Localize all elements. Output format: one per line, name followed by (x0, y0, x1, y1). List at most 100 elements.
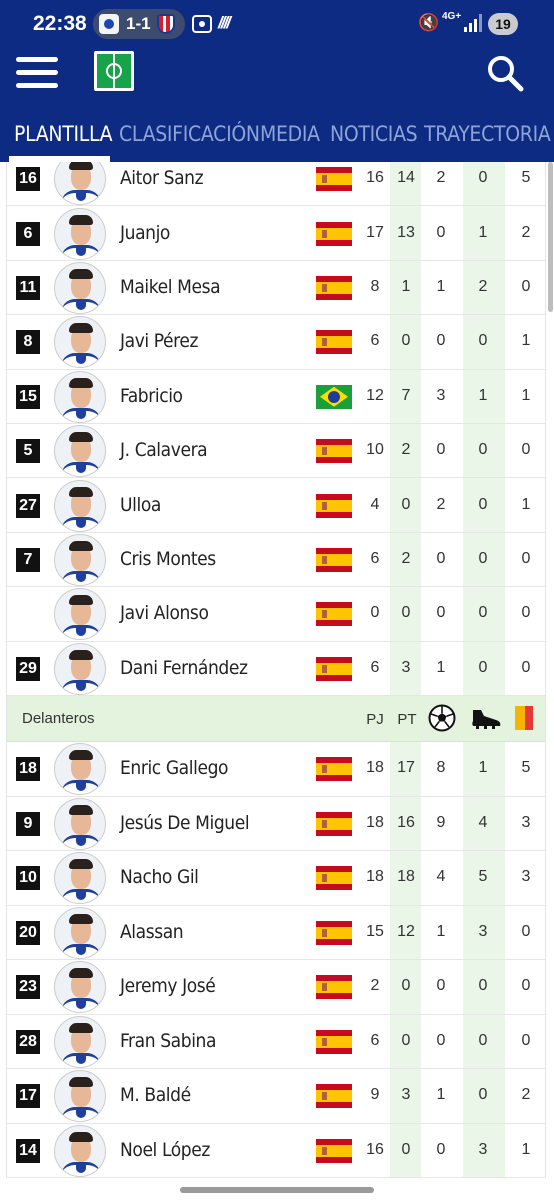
player-name[interactable]: Jesús De Miguel (120, 812, 250, 834)
stat-cards: 0 (521, 1031, 531, 1049)
player-name[interactable]: Aitor Sanz (120, 167, 204, 189)
spain-flag-icon (316, 656, 352, 681)
spain-flag-icon (316, 493, 352, 518)
stat-goals: 1 (436, 922, 446, 940)
stat-pt: 7 (401, 386, 411, 404)
stat-assists: 0 (478, 604, 488, 622)
player-row[interactable]: 6 Juanjo 17 13 0 1 2 (7, 206, 545, 261)
player-avatar (54, 797, 106, 850)
stat-cards: 2 (521, 1086, 531, 1104)
player-avatar (54, 743, 106, 796)
spain-flag-icon (316, 1029, 352, 1054)
stat-goals: 0 (436, 604, 446, 622)
player-avatar (54, 1124, 106, 1177)
signal-icon (464, 14, 482, 32)
spain-flag-icon (316, 920, 352, 945)
stat-goals: 0 (436, 977, 446, 995)
search-icon[interactable] (486, 54, 524, 92)
player-name[interactable]: J. Calavera (120, 439, 208, 461)
player-avatar (54, 642, 106, 695)
player-row[interactable]: 28 Fran Sabina 6 0 0 0 0 (7, 1015, 545, 1069)
player-name[interactable]: Enric Gallego (120, 757, 228, 779)
player-name[interactable]: Jeremy José (120, 975, 216, 997)
football-icon (428, 704, 456, 732)
player-row[interactable]: 20 Alassan 15 12 1 3 0 (7, 906, 545, 960)
squad-list[interactable]: 16 Aitor Sanz 16 14 2 0 5 6 Juanjo 17 13 0 1 2 11 Maike… (0, 162, 554, 1200)
pitch-icon[interactable] (94, 51, 134, 91)
stat-assists: 0 (478, 1031, 488, 1049)
player-row[interactable]: 17 M. Baldé 9 3 1 0 2 (7, 1069, 545, 1124)
player-row[interactable]: 18 Enric Gallego 18 17 8 1 5 (7, 742, 545, 797)
tab-trayectoria[interactable]: TRAYECTORIA (424, 122, 551, 146)
spain-flag-icon (316, 1138, 352, 1163)
stat-pt: 0 (401, 332, 411, 350)
stat-assists: 3 (478, 922, 488, 940)
player-row[interactable]: 29 Dani Fernández 6 3 1 0 0 (7, 642, 545, 696)
stat-assists: 4 (478, 813, 488, 831)
stat-assists: 1 (478, 759, 488, 777)
spain-flag-icon (316, 275, 352, 300)
player-row[interactable]: 8 Javi Pérez 6 0 0 0 1 (7, 315, 545, 370)
tab-noticias[interactable]: NOTICIAS (330, 122, 418, 146)
player-row[interactable]: Javi Alonso 0 0 0 0 0 (7, 587, 545, 642)
player-row[interactable]: 9 Jesús De Miguel 18 16 9 4 3 (7, 797, 545, 851)
stat-goals: 8 (436, 759, 446, 777)
hamburger-menu-icon[interactable] (16, 53, 60, 93)
player-name[interactable]: Ulloa (120, 494, 161, 516)
tab-plantilla[interactable]: PLANTILLA (14, 122, 113, 146)
home-gesture-bar[interactable] (180, 1187, 374, 1193)
live-score-pill[interactable]: 1-1 (93, 9, 185, 39)
player-name[interactable]: Noel López (120, 1139, 210, 1161)
spain-flag-icon (316, 330, 352, 355)
atletico-madrid-crest-icon (157, 14, 175, 34)
live-score: 1-1 (126, 14, 151, 33)
stat-cards: 0 (521, 658, 531, 676)
player-row[interactable]: 23 Jeremy José 2 0 0 0 0 (7, 960, 545, 1015)
player-row[interactable]: 11 Maikel Mesa 8 1 1 2 0 (7, 261, 545, 316)
player-name[interactable]: M. Baldé (120, 1084, 191, 1106)
spain-flag-icon (316, 547, 352, 572)
player-row[interactable]: 15 Fabricio 12 7 3 1 1 (7, 370, 545, 424)
player-name[interactable]: Javi Pérez (120, 330, 198, 352)
player-row[interactable]: 7 Cris Montes 6 2 0 0 0 (7, 533, 545, 588)
stat-cards: 0 (521, 441, 531, 459)
player-name[interactable]: Nacho Gil (120, 866, 199, 888)
stat-goals: 9 (436, 813, 446, 831)
player-row[interactable]: 14 Noel López 16 0 0 3 1 (7, 1124, 545, 1178)
scrollbar-thumb[interactable] (548, 162, 553, 312)
player-name[interactable]: Javi Alonso (120, 602, 209, 624)
player-name[interactable]: Maikel Mesa (120, 276, 221, 298)
spain-flag-icon (316, 1084, 352, 1109)
tab-media[interactable]: MEDIA (260, 122, 320, 146)
tab-clasificacion[interactable]: CLASIFICACIÓN (119, 122, 260, 146)
stat-cards: 0 (521, 549, 531, 567)
player-name[interactable]: Fabricio (120, 385, 183, 407)
shirt-number: 11 (16, 275, 40, 300)
shirt-number: 7 (16, 547, 40, 572)
player-avatar (54, 533, 106, 586)
shirt-number: 5 (16, 439, 40, 464)
stat-cards: 0 (521, 977, 531, 995)
player-row[interactable]: 27 Ulloa 4 0 2 0 1 (7, 478, 545, 533)
stat-cards: 1 (521, 1140, 531, 1158)
player-avatar (54, 370, 106, 423)
player-row[interactable]: 16 Aitor Sanz 16 14 2 0 5 (7, 162, 545, 207)
brazil-flag-icon (316, 384, 352, 409)
shirt-number: 15 (16, 384, 40, 409)
player-row[interactable]: 10 Nacho Gil 18 18 4 5 3 (7, 851, 545, 906)
player-name[interactable]: Dani Fernández (120, 657, 248, 679)
player-avatar (54, 479, 106, 532)
stat-assists: 1 (478, 386, 488, 404)
player-name[interactable]: Juanjo (120, 222, 170, 244)
player-row[interactable]: 5 J. Calavera 10 2 0 0 0 (7, 424, 545, 479)
shirt-number: 6 (16, 221, 40, 246)
player-name[interactable]: Alassan (120, 921, 184, 943)
spain-flag-icon (316, 439, 352, 464)
stat-assists: 0 (478, 441, 488, 459)
stat-pt: 0 (401, 604, 411, 622)
player-avatar (54, 207, 106, 260)
stat-cards: 2 (521, 223, 531, 241)
player-name[interactable]: Cris Montes (120, 548, 216, 570)
stat-pt: 18 (397, 868, 415, 886)
player-name[interactable]: Fran Sabina (120, 1030, 216, 1052)
